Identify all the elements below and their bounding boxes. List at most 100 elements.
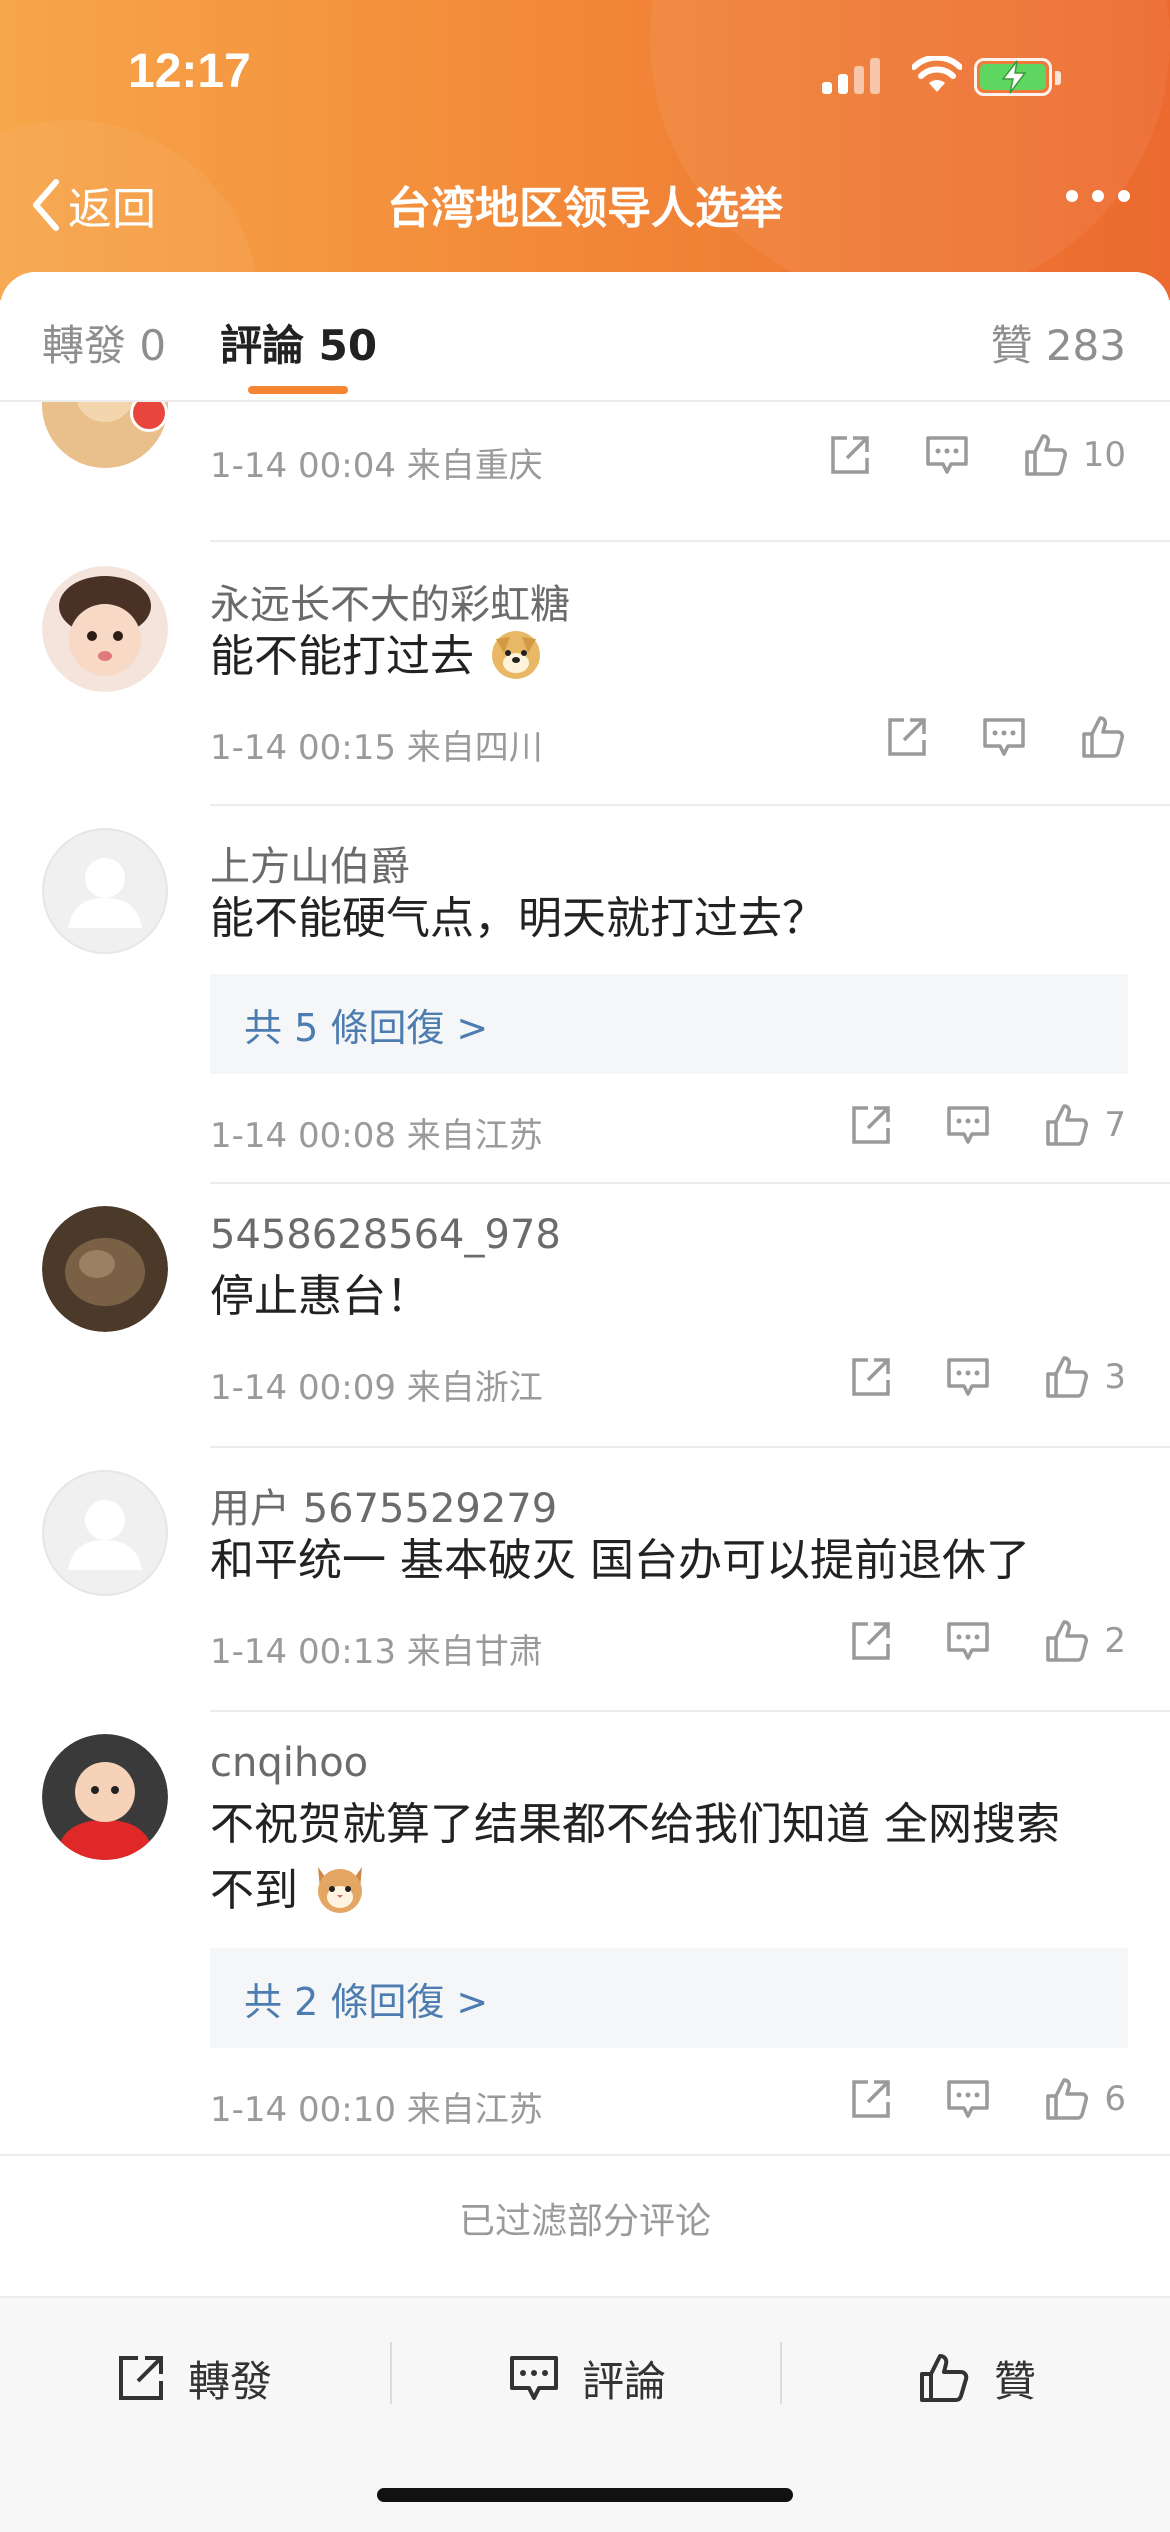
repost-action[interactable] [886,716,928,758]
tab-bar: 轉發 0 評論 50 贊 283 [0,272,1170,402]
thumbs-up-icon [1046,1356,1089,1398]
like-action[interactable]: 10 [1023,432,1126,478]
avatar[interactable] [42,828,168,954]
comment-text-content: 能不能打过去 [210,631,474,682]
comment-button[interactable]: 評論 [508,2338,666,2418]
view-replies-button[interactable]: 共 2 條回復 > [210,1948,1128,2048]
comment-author[interactable]: 上方山伯爵 [210,834,410,892]
status-icons [822,56,1112,100]
more-dot [1118,190,1130,202]
like-count: 3 [1104,1357,1126,1397]
like-count: 10 [1082,435,1126,475]
comment-meta: 1-14 00:13 来自甘肃 [210,1632,543,1672]
repost-action[interactable] [850,1356,892,1398]
tab-likes[interactable]: 贊 283 [990,312,1126,373]
wifi-icon [912,56,962,92]
comment-text: 停止惠台！ [210,1271,430,1322]
share-icon [852,1106,891,1144]
like-count: 2 [1104,1621,1126,1661]
header: 12:17 返回 台湾地区领导人选举 [0,0,1170,300]
doge-emoji-icon [488,625,544,700]
comment-icon [925,436,968,474]
comment-icon [983,718,1025,756]
like-action[interactable]: 6 [1044,2076,1126,2122]
like-action[interactable]: 3 [1044,1354,1126,1400]
comment-actions: 3 [796,1354,1126,1400]
list-item: cnqihoo 不祝贺就算了结果都不给我们知道 全网搜索 不到 共 2 條回復 … [0,1712,1170,2156]
comment-list: 1-14 00:04 来自重庆 10 永远长不大的彩虹糖 能不能打过去 1-14… [0,342,1170,2242]
comment-author[interactable]: cnqihoo [210,1740,368,1786]
comment-action[interactable] [982,716,1026,758]
comment-author[interactable]: 用户 5675529279 [210,1476,557,1534]
comment-icon [947,1622,990,1660]
more-dot [1092,190,1104,202]
thumbs-up-icon [1046,2078,1089,2120]
repost-action[interactable] [850,2078,892,2120]
like-count: 6 [1104,2079,1126,2119]
share-icon [852,2080,891,2118]
thumbs-up-icon [920,2354,969,2402]
share-icon [830,436,869,474]
thumbs-up-icon [1046,1620,1089,1662]
more-dot [1066,190,1078,202]
like-action[interactable]: 7 [1044,1102,1126,1148]
header-decoration [650,0,1170,300]
battery-icon [974,58,1052,96]
repost-action[interactable] [850,1104,892,1146]
home-indicator [377,2488,793,2502]
comment-text: 和平统一 基本破灭 国台办可以提前退休了 [210,1535,1030,1586]
repost-label: 轉發 [188,2356,273,2406]
charging-bolt-icon [1001,60,1027,94]
list-item: 上方山伯爵 能不能硬气点，明天就打过去？ 共 5 條回復 > 1-14 00:0… [0,806,1170,1184]
separator [780,2342,782,2404]
repost-button[interactable]: 轉發 [116,2338,272,2418]
share-icon [888,718,926,756]
comment-text: 不祝贺就算了结果都不给我们知道 全网搜索 不到 [210,1792,1110,1934]
comment-author[interactable]: 5458628564_978 [210,1212,561,1258]
tab-reposts[interactable]: 轉發 0 [42,312,166,373]
share-icon [852,1622,891,1660]
thumbs-up-icon [1082,716,1124,758]
comment-text-content: 不到 [210,1865,298,1916]
repost-action[interactable] [829,434,871,476]
default-avatar-icon [68,858,142,928]
more-button[interactable] [1066,190,1130,202]
comment-meta: 1-14 00:15 来自四川 [210,728,543,768]
comment-action[interactable] [946,2078,990,2120]
thumbs-up-icon [1024,434,1067,476]
comment-text: 能不能硬气点，明天就打过去？ [210,893,826,944]
comment-actions: 10 [775,432,1126,478]
list-item: 用户 5675529279 和平统一 基本破灭 国台办可以提前退休了 1-14 … [0,1448,1170,1712]
comment-action[interactable] [946,1620,990,1662]
like-label: 贊 [994,2356,1037,2406]
comment-author[interactable]: 永远长不大的彩虹糖 [210,572,570,630]
avatar[interactable] [42,1206,168,1332]
comment-action[interactable] [925,434,969,476]
comment-actions: 6 [796,2076,1126,2122]
filtered-comments-note: 已过滤部分评论 [458,2201,711,2242]
comment-icon [947,1106,990,1144]
like-action[interactable] [1080,714,1126,760]
separator [390,2342,392,2404]
comment-meta: 1-14 00:10 来自江苏 [210,2090,543,2130]
like-button[interactable]: 贊 [918,2338,1036,2418]
thumbs-up-icon [1046,1104,1089,1146]
comment-action[interactable] [946,1104,990,1146]
tab-comments[interactable]: 評論 50 [220,312,377,373]
comment-actions: 7 [796,1102,1126,1148]
comment-icon [947,1358,990,1396]
like-action[interactable]: 2 [1044,1618,1126,1664]
status-time: 12:17 [128,45,251,98]
comment-label: 評論 [582,2356,667,2406]
avatar[interactable] [42,1734,168,1860]
comment-actions [832,714,1126,760]
page-title: 台湾地区领导人选举 [387,183,783,234]
view-replies-button[interactable]: 共 5 條回復 > [210,974,1128,1074]
comment-text-line: 不祝贺就算了结果都不给我们知道 全网搜索 [210,1799,1060,1850]
avatar[interactable] [42,566,168,692]
repost-action[interactable] [850,1620,892,1662]
comment-meta: 1-14 00:08 来自江苏 [210,1116,543,1156]
avatar[interactable] [42,1470,168,1596]
comment-action[interactable] [946,1356,990,1398]
list-item: 永远长不大的彩虹糖 能不能打过去 1-14 00:15 来自四川 [0,542,1170,806]
